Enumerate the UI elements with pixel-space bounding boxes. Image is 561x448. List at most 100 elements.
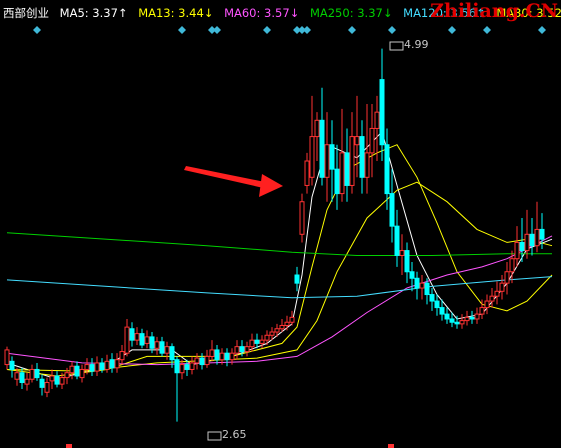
candle: [314, 112, 320, 162]
candle: [339, 108, 345, 202]
candle: [124, 318, 130, 357]
moving-average-lines: [6, 130, 553, 380]
candle-body: [104, 360, 110, 370]
ma-line-ma120: [6, 276, 553, 299]
candle: [204, 349, 210, 368]
ma13-readout: MA13: 3.44↓: [138, 6, 214, 20]
candle-body: [434, 300, 440, 309]
candle: [109, 353, 115, 373]
candle-body: [504, 271, 510, 284]
candle-body: [74, 365, 80, 377]
candle: [224, 348, 230, 367]
candle: [9, 356, 15, 378]
candle: [164, 341, 170, 360]
candle-body: [279, 324, 285, 330]
diamond-marker: [348, 26, 356, 34]
candlestick-chart[interactable]: [0, 0, 561, 448]
candle-body: [249, 339, 255, 348]
candle-body: [34, 368, 40, 379]
diamond-marker: [33, 26, 41, 34]
candle-body: [309, 136, 315, 178]
diamond-marker: [388, 26, 396, 34]
candle-body: [24, 378, 30, 385]
candle: [534, 201, 540, 253]
ma-line-ma30: [6, 181, 553, 372]
candle-body: [44, 381, 50, 393]
candle-body: [79, 368, 85, 379]
candle-body: [84, 364, 90, 370]
diamond-marker: [213, 26, 221, 34]
candle: [194, 353, 200, 370]
candle-body: [169, 346, 175, 361]
candle: [129, 322, 135, 347]
candle: [329, 120, 335, 202]
watermark: Zhiliang.CN: [430, 0, 558, 22]
candle-body: [469, 316, 475, 320]
candle-body: [379, 79, 385, 146]
candle-body: [184, 364, 190, 370]
candle-body: [404, 250, 410, 273]
candle-body: [394, 225, 400, 256]
candle: [469, 310, 475, 324]
red-arrow-annotation: [184, 166, 270, 189]
candle-body: [244, 346, 250, 353]
candle: [444, 307, 450, 324]
candle: [369, 104, 375, 178]
diamond-marker: [178, 26, 186, 34]
stock-name[interactable]: 西部创业: [3, 6, 49, 20]
candle-body: [59, 377, 65, 385]
candle-body: [154, 341, 160, 349]
candle-body: [9, 360, 15, 370]
candle: [464, 310, 470, 326]
diamond-marker: [483, 26, 491, 34]
candle-body: [224, 352, 230, 361]
candle: [89, 358, 95, 376]
high-price-label: 4.99: [404, 38, 429, 51]
candle: [284, 315, 290, 331]
candle: [484, 294, 490, 315]
candle: [29, 364, 35, 383]
candle-body: [494, 290, 500, 297]
candle: [299, 193, 305, 243]
candle: [39, 374, 45, 396]
candle: [474, 307, 480, 324]
candle-body: [269, 331, 275, 336]
candle: [94, 356, 100, 376]
candle-body: [384, 144, 390, 195]
candle-body: [4, 349, 10, 366]
candle-body: [289, 316, 295, 323]
candle-body: [19, 372, 25, 383]
candle: [44, 377, 50, 398]
candle: [504, 261, 510, 295]
candle-body: [259, 339, 265, 344]
candle-body: [214, 349, 220, 361]
candle-body: [459, 320, 465, 325]
candle: [399, 234, 405, 276]
candle-body: [399, 250, 405, 256]
candle-body: [299, 201, 305, 235]
candle-body: [424, 282, 430, 296]
candle: [244, 341, 250, 357]
candle-body: [389, 193, 395, 227]
candle: [499, 275, 505, 300]
signal-markers: [33, 26, 546, 34]
candle-body: [99, 362, 105, 370]
candle: [319, 87, 325, 186]
ma-line-ma13: [6, 144, 553, 377]
red-arrow-head: [259, 174, 283, 197]
candle: [214, 345, 220, 365]
candle: [309, 95, 315, 186]
candle: [4, 346, 10, 370]
candle-body: [119, 351, 125, 361]
candle-body: [179, 364, 185, 374]
candle: [344, 128, 350, 202]
candle-body: [489, 295, 495, 302]
ma-line-ma250: [6, 232, 552, 256]
candle-body: [49, 375, 55, 382]
candle: [394, 209, 400, 267]
candle-body: [499, 282, 505, 292]
candle: [79, 364, 85, 383]
candle-body: [529, 233, 535, 247]
candle: [289, 310, 295, 326]
candle: [404, 242, 410, 284]
